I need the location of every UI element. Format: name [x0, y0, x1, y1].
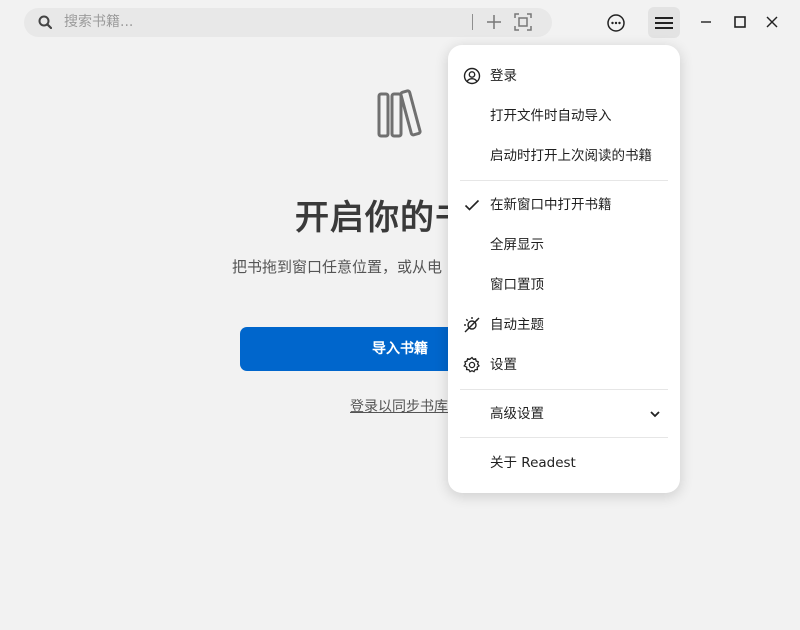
maximize-icon	[734, 16, 746, 28]
scan-icon[interactable]	[514, 13, 532, 31]
menu-item-auto-import[interactable]: 打开文件时自动导入	[448, 96, 680, 136]
menu-item-login[interactable]: 登录	[448, 56, 680, 96]
menu-separator	[460, 180, 668, 181]
empty-state-title: 开启你的书	[295, 198, 470, 238]
search-icon	[38, 15, 52, 29]
menu-separator	[460, 389, 668, 390]
menu-item-auto-theme[interactable]: 自动主题	[448, 305, 680, 345]
chevron-down-icon	[650, 411, 660, 418]
menu-item-about[interactable]: 关于 Readest	[448, 443, 680, 483]
menu-item-open-last-book[interactable]: 启动时打开上次阅读的书籍	[448, 136, 680, 176]
menu-item-always-on-top[interactable]: 窗口置顶	[448, 265, 680, 305]
menu-item-label: 关于 Readest	[490, 455, 576, 471]
more-button[interactable]	[600, 7, 632, 38]
user-circle-icon	[463, 67, 481, 85]
hamburger-icon	[655, 16, 673, 29]
menu-item-label: 启动时打开上次阅读的书籍	[490, 148, 652, 164]
menu-item-label: 高级设置	[490, 406, 544, 422]
empty-state-subtitle: 把书拖到窗口任意位置，或从电	[232, 258, 443, 276]
maximize-button[interactable]	[730, 12, 750, 32]
search-divider	[472, 14, 473, 30]
more-icon	[607, 13, 625, 32]
menu-item-fullscreen[interactable]: 全屏显示	[448, 225, 680, 265]
gear-icon	[463, 356, 480, 373]
minimize-button[interactable]	[696, 12, 716, 32]
main-menu-dropdown: 登录 打开文件时自动导入 启动时打开上次阅读的书籍 在新窗口中打开书籍 全屏显示…	[448, 45, 680, 493]
search-input[interactable]: 搜索书籍...	[64, 14, 133, 31]
menu-item-label: 打开文件时自动导入	[490, 108, 612, 124]
books-icon	[377, 89, 422, 138]
check-icon	[464, 199, 480, 211]
close-icon	[766, 16, 778, 28]
menu-item-advanced-settings[interactable]: 高级设置	[448, 394, 680, 434]
menu-item-label: 设置	[490, 357, 517, 373]
menu-item-label: 窗口置顶	[490, 277, 544, 293]
menu-item-open-new-window[interactable]: 在新窗口中打开书籍	[448, 185, 680, 225]
menu-item-label: 自动主题	[490, 317, 544, 333]
login-sync-link[interactable]: 登录以同步书库	[350, 396, 448, 416]
menu-item-label: 登录	[490, 68, 517, 84]
menu-separator	[460, 437, 668, 438]
menu-button[interactable]	[648, 7, 680, 38]
minimize-icon	[701, 21, 711, 23]
menu-item-settings[interactable]: 设置	[448, 345, 680, 385]
theme-auto-icon	[464, 317, 480, 333]
close-button[interactable]	[762, 12, 782, 32]
add-icon[interactable]	[486, 14, 502, 30]
menu-item-label: 在新窗口中打开书籍	[490, 197, 612, 213]
search-bar[interactable]: 搜索书籍...	[24, 8, 552, 37]
menu-item-label: 全屏显示	[490, 237, 544, 253]
